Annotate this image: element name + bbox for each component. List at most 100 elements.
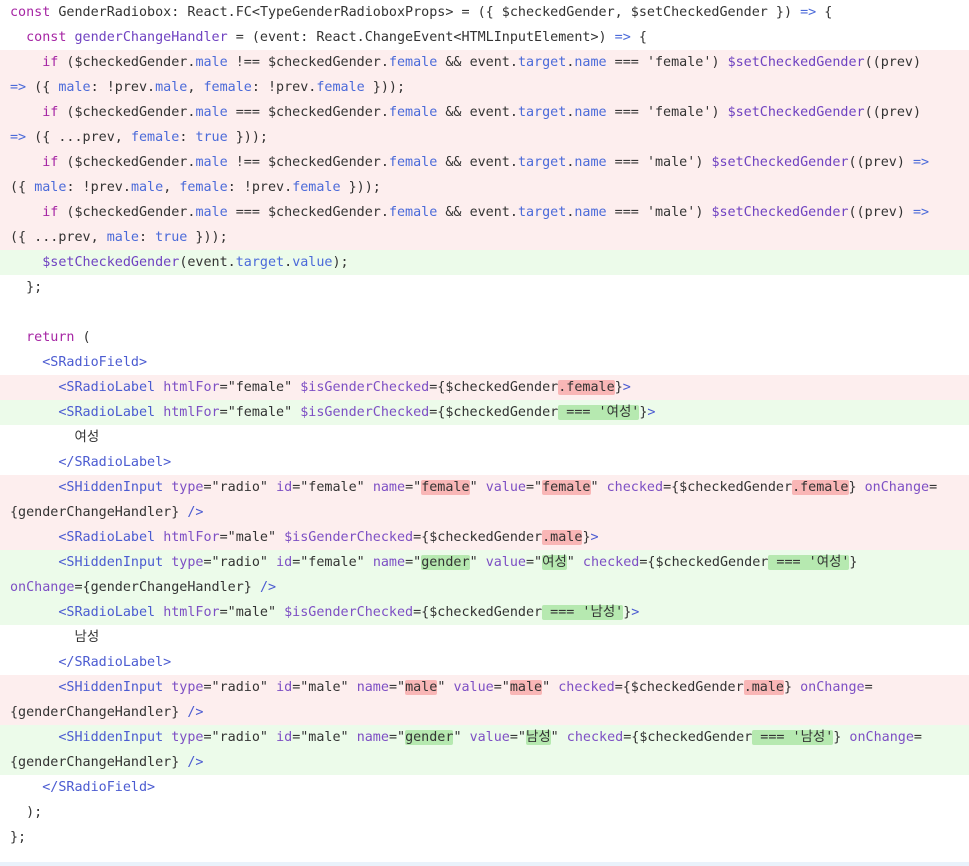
- code-token: <SRadioField>: [42, 355, 148, 370]
- code-token: </SRadioField>: [42, 780, 156, 795]
- code-diff-view: const GenderRadiobox: React.FC<TypeGende…: [0, 0, 969, 866]
- code-token: === '여성': [558, 405, 640, 420]
- code-token: 남성: [10, 630, 100, 645]
- code-token: <SHiddenInput: [58, 730, 164, 745]
- code-token: $setCheckedGender: [42, 255, 180, 270]
- code-token: male: [58, 80, 91, 95]
- code-token: }: [833, 730, 850, 745]
- code-token: }: [582, 530, 591, 545]
- code-token: <SHiddenInput: [58, 680, 164, 695]
- code-token: =": [493, 680, 510, 695]
- code-token: ="male": [219, 605, 285, 620]
- code-token: {genderChangeHandler}: [10, 505, 188, 520]
- code-token: ===: [606, 155, 647, 170]
- code-token: ="radio": [203, 730, 277, 745]
- code-token: : !prev.: [66, 180, 131, 195]
- code-token: ": [469, 480, 486, 495]
- code-token: }: [849, 555, 858, 570]
- code-token: =>: [800, 5, 817, 20]
- code-token: 'female': [646, 55, 712, 70]
- code-token: name: [372, 480, 406, 495]
- code-token: =": [405, 555, 422, 570]
- code-token: >: [622, 380, 631, 395]
- code-token: htmlFor: [163, 605, 220, 620]
- code-token: $isGenderChecked: [284, 530, 414, 545]
- code-token: male: [405, 680, 438, 695]
- code-token: ="radio": [203, 480, 277, 495]
- removed-code-line: if ($checkedGender.male === $checkedGend…: [0, 100, 969, 125]
- code-token: );: [10, 805, 43, 820]
- code-token: id: [276, 555, 293, 570]
- code-token: target: [235, 255, 285, 270]
- code-token: ===: [606, 105, 647, 120]
- code-token: ={$checkedGender: [413, 605, 543, 620]
- added-code-line: {genderChangeHandler} />: [0, 750, 969, 775]
- removed-code-line: {genderChangeHandler} />: [0, 500, 969, 525]
- added-code-line: <SHiddenInput type="radio" id="female" n…: [0, 550, 969, 575]
- code-token: event.: [469, 105, 518, 120]
- code-token: : React.FC<: [171, 5, 260, 20]
- code-line: const genderChangeHandler = (event: Reac…: [0, 25, 969, 50]
- code-token: $checkedGender.: [268, 55, 389, 70]
- code-token: =>: [614, 30, 631, 45]
- code-token: ="female": [292, 555, 373, 570]
- code-token: ="radio": [203, 680, 277, 695]
- code-token: female: [388, 55, 438, 70]
- code-token: type: [171, 730, 204, 745]
- code-token: female: [203, 80, 252, 95]
- code-token: =: [219, 405, 228, 420]
- code-token: $setCheckedGender: [711, 155, 849, 170]
- code-token: male: [195, 155, 228, 170]
- code-line: return (: [0, 325, 969, 350]
- code-token: genderChangeHandler: [74, 30, 228, 45]
- code-token: "female": [227, 380, 293, 395]
- code-token: $setCheckedGender: [727, 105, 865, 120]
- code-token: 여성: [10, 430, 100, 445]
- code-token: female: [130, 130, 180, 145]
- removed-code-line: if ($checkedGender.male === $checkedGend…: [0, 200, 969, 225]
- code-token: if: [42, 105, 59, 120]
- code-token: target: [517, 55, 567, 70]
- code-token: male: [195, 105, 228, 120]
- code-token: 'male': [646, 155, 696, 170]
- code-token: (: [74, 330, 91, 345]
- code-token: }));: [187, 230, 228, 245]
- code-token: type: [171, 480, 204, 495]
- code-token: ): [711, 105, 728, 120]
- code-token: === '남성': [752, 730, 834, 745]
- code-token: }));: [340, 180, 381, 195]
- code-token: ===: [227, 205, 268, 220]
- code-token: value: [469, 730, 510, 745]
- code-token: true: [155, 230, 188, 245]
- code-token: ({: [26, 80, 59, 95]
- code-token: : !prev.: [227, 180, 293, 195]
- code-token: type: [171, 680, 204, 695]
- code-token: if: [42, 155, 59, 170]
- code-token: $isGenderChecked: [284, 605, 414, 620]
- code-token: ,: [163, 180, 180, 195]
- removed-code-line: => ({ ...prev, female: true }));: [0, 125, 969, 150]
- removed-code-line: <SHiddenInput type="radio" id="female" n…: [0, 475, 969, 500]
- code-token: const: [10, 30, 75, 45]
- code-token: >: [631, 605, 640, 620]
- code-token: ={$checkedGender: [663, 480, 793, 495]
- code-token: female: [421, 480, 470, 495]
- code-token: =>: [913, 205, 930, 220]
- code-line: const GenderRadiobox: React.FC<TypeGende…: [0, 0, 969, 25]
- code-token: type: [171, 555, 204, 570]
- code-token: =: [913, 730, 922, 745]
- scrollbar-track[interactable]: [0, 862, 969, 866]
- code-token: &&: [437, 155, 470, 170]
- code-token: male: [195, 55, 228, 70]
- code-token: ={genderChangeHandler}: [74, 580, 260, 595]
- code-token: target: [517, 155, 567, 170]
- code-token: 'female': [646, 105, 712, 120]
- code-token: =>: [10, 80, 27, 95]
- code-token: event.: [469, 55, 518, 70]
